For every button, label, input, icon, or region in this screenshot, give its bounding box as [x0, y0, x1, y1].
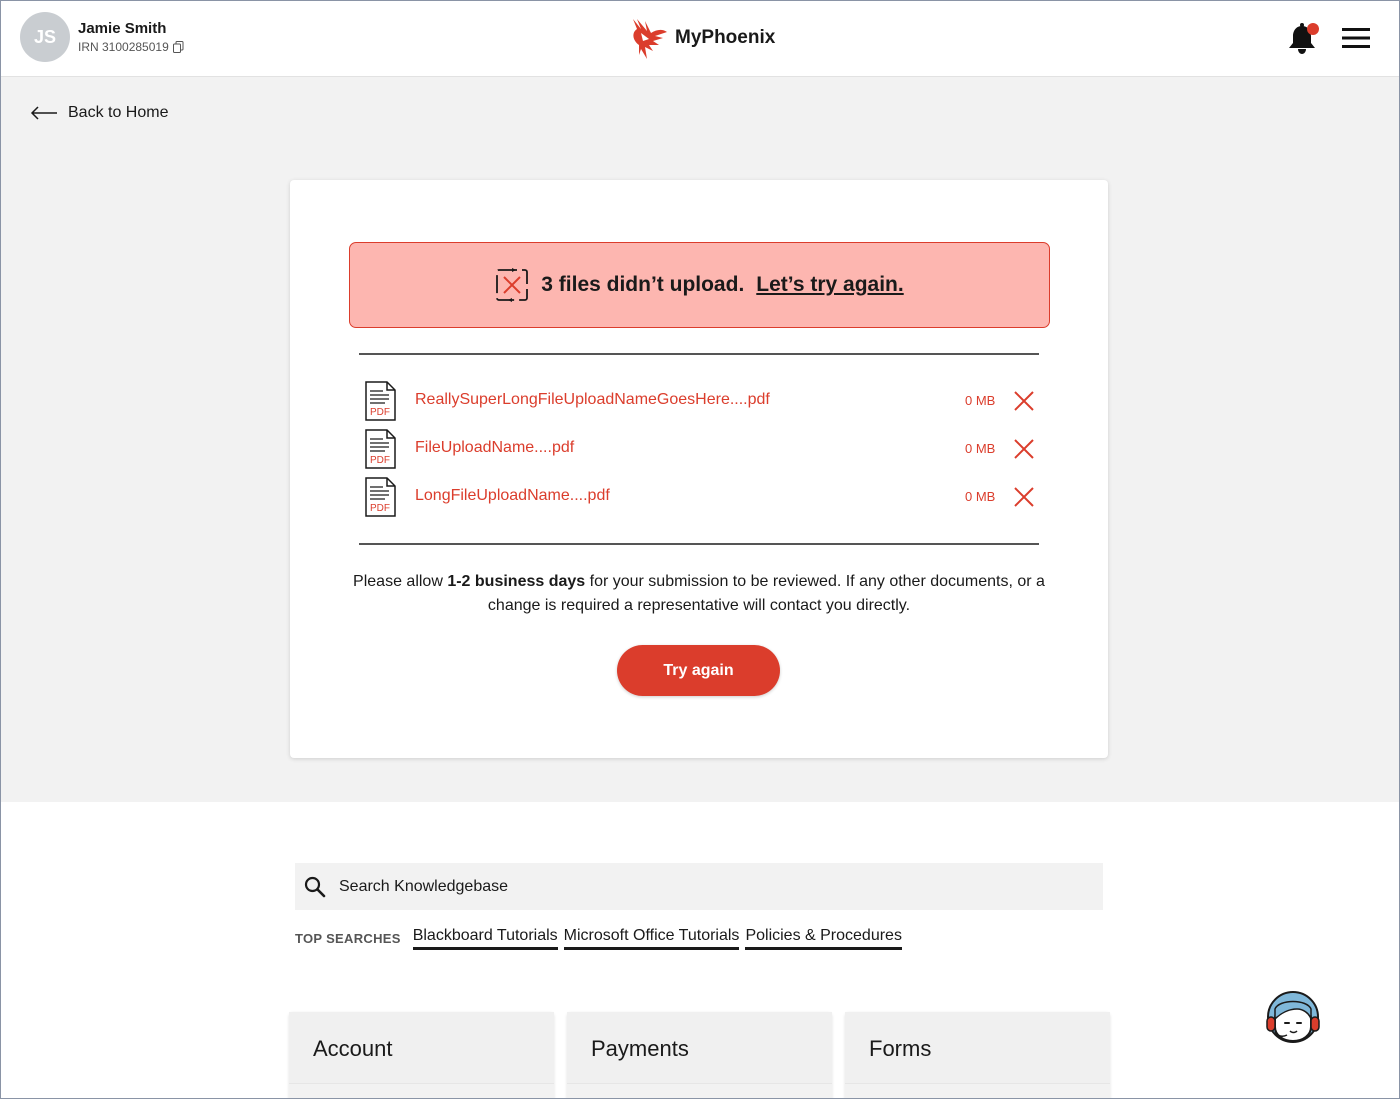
file-size: 0 MB [965, 441, 996, 456]
knowledgebase-search[interactable] [295, 863, 1103, 910]
copy-icon[interactable] [172, 41, 184, 53]
tile-header: Account [289, 1012, 554, 1084]
file-size: 0 MB [965, 489, 996, 504]
divider-top [359, 353, 1039, 355]
remove-file-close-icon[interactable] [1013, 390, 1035, 412]
hamburger-menu-icon[interactable] [1342, 27, 1370, 49]
pdf-label: PDF [370, 407, 390, 418]
tile-label: Account [313, 1036, 393, 1061]
tile-label: Payments [591, 1036, 689, 1061]
top-search-link[interactable]: Policies & Procedures [745, 927, 902, 950]
file-size: 0 MB [965, 393, 996, 408]
pdf-file-icon: PDF [365, 477, 396, 517]
upload-error-alert: 3 files didn’t upload. Let’s try again. [349, 242, 1050, 328]
tile-header: Forms [845, 1012, 1110, 1084]
try-again-link[interactable]: Let’s try again. [756, 273, 903, 297]
phoenix-logo-icon [633, 19, 667, 59]
remove-file-close-icon[interactable] [1013, 486, 1035, 508]
tile-label: Forms [869, 1036, 932, 1061]
file-name: ReallySuperLongFileUploadNameGoesHere...… [415, 391, 770, 408]
brand-logo[interactable]: MyPhoenix [627, 14, 775, 62]
try-again-button[interactable]: Try again [617, 645, 780, 696]
back-label: Back to Home [68, 104, 169, 121]
pdf-label: PDF [370, 455, 390, 466]
arrow-left-icon [30, 106, 57, 120]
chatbot-avatar-icon[interactable] [1263, 989, 1323, 1045]
note-prefix: Please allow [353, 573, 448, 590]
top-searches-label: TOP SEARCHES [295, 931, 401, 946]
top-header: JS Jamie Smith IRN 3100285019 MyPhoenix [0, 0, 1400, 77]
irn-text: IRN 3100285019 [78, 40, 169, 54]
file-row: PDF FileUploadName....pdf 0 MB [363, 429, 1039, 471]
file-name: LongFileUploadName....pdf [415, 487, 610, 504]
user-irn: IRN 3100285019 [78, 40, 184, 54]
alert-message: 3 files didn’t upload. [541, 273, 745, 296]
top-search-link[interactable]: Microsoft Office Tutorials [563, 927, 740, 950]
bell-icon[interactable] [1286, 20, 1322, 56]
tile-header: Payments [567, 1012, 832, 1084]
search-icon [304, 876, 326, 897]
tile-payments[interactable]: Payments [567, 1012, 832, 1099]
avatar[interactable]: JS [20, 12, 70, 62]
search-input[interactable] [339, 877, 1103, 896]
pdf-label: PDF [370, 503, 390, 514]
pdf-file-icon: PDF [365, 429, 396, 469]
file-row: PDF LongFileUploadName....pdf 0 MB [363, 477, 1039, 519]
top-searches: TOP SEARCHES Blackboard Tutorials Micros… [295, 927, 902, 950]
brand-name: MyPhoenix [675, 27, 776, 48]
tile-forms[interactable]: Forms [845, 1012, 1110, 1099]
file-name: FileUploadName....pdf [415, 439, 575, 456]
upload-failed-icon [496, 268, 529, 302]
file-row: PDF ReallySuperLongFileUploadNameGoesHere… [363, 381, 1039, 423]
user-name: Jamie Smith [78, 20, 167, 37]
pdf-file-icon: PDF [365, 381, 396, 421]
note-bold: 1-2 business days [447, 573, 586, 590]
remove-file-close-icon[interactable] [1013, 438, 1035, 460]
review-note: Please allow 1-2 business days for your … [349, 570, 1049, 618]
top-search-link[interactable]: Blackboard Tutorials [412, 927, 558, 950]
divider-bottom [359, 543, 1039, 545]
back-to-home-link[interactable]: Back to Home [30, 101, 168, 125]
tile-account[interactable]: Account [289, 1012, 554, 1099]
